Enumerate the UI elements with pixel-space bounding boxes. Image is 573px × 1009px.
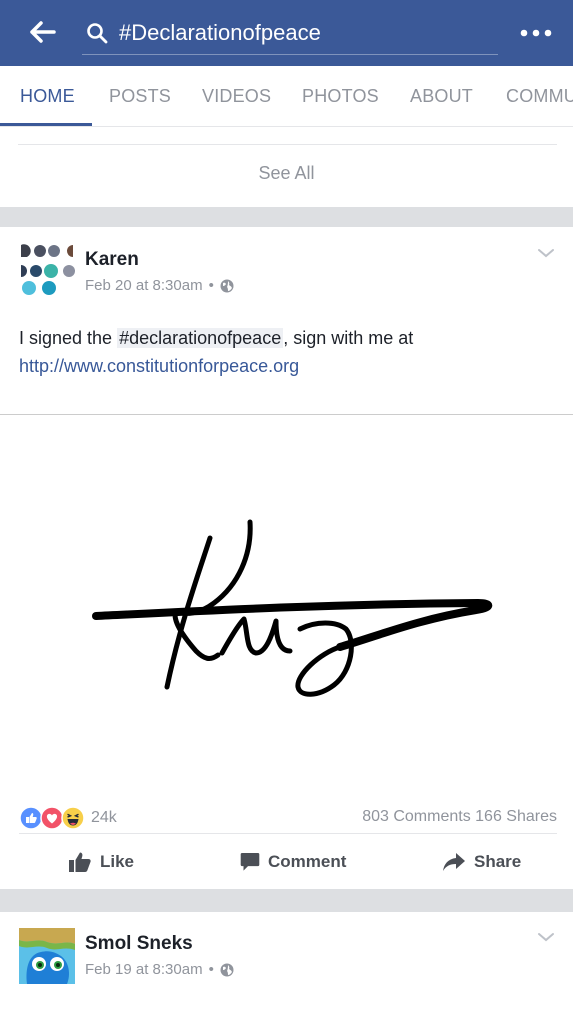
post-author-name[interactable]: Smol Sneks (85, 933, 193, 955)
top-bar: #Declarationofpeace (0, 0, 573, 66)
more-dots-icon (520, 29, 552, 37)
globe-icon (220, 279, 234, 292)
share-arrow-icon (443, 853, 465, 871)
see-all-section: See All (0, 127, 573, 207)
back-arrow-icon (30, 21, 56, 43)
like-button[interactable]: Like (68, 848, 134, 876)
signature-image[interactable] (0, 415, 573, 795)
divider (18, 144, 557, 145)
page-tabs: HOME POSTS VIDEOS PHOTOS ABOUT COMMU (0, 66, 573, 127)
meta-separator: • (208, 961, 214, 978)
share-button[interactable]: Share (442, 848, 521, 876)
globe-icon (220, 963, 234, 976)
post-meta: Feb 20 at 8:30am • (85, 277, 234, 294)
like-label: Like (100, 852, 135, 871)
share-label: Share (474, 852, 522, 871)
section-separator (0, 207, 573, 227)
post-text-start: I signed the (19, 328, 118, 348)
search-query: #Declarationofpeace (119, 20, 321, 45)
avatar[interactable] (19, 928, 75, 984)
tab-home[interactable]: HOME (20, 86, 75, 107)
avatar[interactable] (19, 241, 75, 297)
chevron-down-icon[interactable] (536, 246, 556, 260)
hashtag-link[interactable]: #declarationofpeace (117, 328, 284, 348)
thumbs-up-icon (69, 852, 91, 872)
post-author-name[interactable]: Karen (85, 249, 139, 271)
reaction-count: 24k (91, 809, 117, 826)
comment-icon (240, 853, 260, 871)
tab-about[interactable]: ABOUT (410, 86, 473, 107)
chevron-down-icon[interactable] (536, 930, 556, 944)
post-header: Smol Sneks Feb 19 at 8:30am • (0, 912, 573, 1009)
comment-button[interactable]: Comment (240, 848, 346, 876)
post-text: I signed the #declarationofpeace, sign w… (19, 324, 559, 380)
post-timestamp[interactable]: Feb 20 at 8:30am (85, 277, 203, 294)
post-text-end: , sign with me at (283, 328, 414, 348)
search-field[interactable]: #Declarationofpeace (82, 14, 498, 55)
post-meta: Feb 19 at 8:30am • (85, 961, 234, 978)
comments-count-link[interactable]: 803 Comments (362, 808, 471, 825)
shares-count-link[interactable]: 166 Shares (475, 808, 557, 825)
reactions-summary[interactable]: 24k (19, 806, 117, 830)
see-all-link[interactable]: See All (0, 163, 573, 184)
tab-photos[interactable]: PHOTOS (302, 86, 379, 107)
section-separator (0, 889, 573, 912)
back-button[interactable] (22, 14, 62, 50)
post-header: Karen Feb 20 at 8:30am • (0, 227, 573, 317)
tab-videos[interactable]: VIDEOS (202, 86, 271, 107)
post-stats: 803 Comments 166 Shares (362, 808, 557, 826)
comment-label: Comment (268, 852, 347, 871)
meta-separator: • (208, 277, 214, 294)
active-tab-indicator (0, 123, 92, 126)
haha-reaction-icon (61, 806, 85, 830)
post-url-link[interactable]: http://www.constitutionforpeace.org (19, 356, 299, 376)
actions-divider (19, 833, 557, 834)
tab-posts[interactable]: POSTS (109, 86, 171, 107)
tab-community[interactable]: COMMU (506, 86, 573, 107)
more-options-button[interactable] (512, 18, 560, 48)
post-timestamp[interactable]: Feb 19 at 8:30am (85, 961, 203, 978)
search-icon (87, 23, 108, 44)
